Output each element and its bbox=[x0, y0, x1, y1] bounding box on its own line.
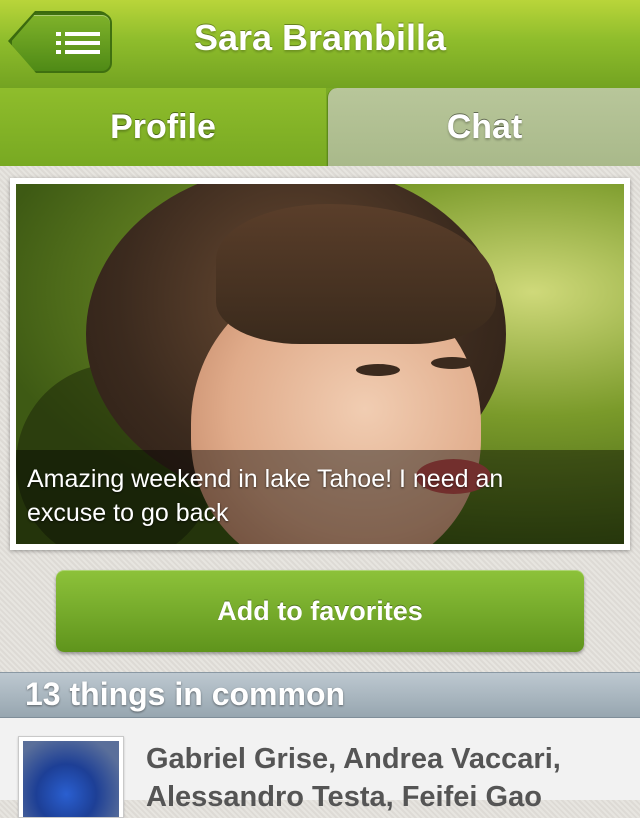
page-title: Sara Brambilla bbox=[193, 17, 447, 58]
mutual-friends-list: Gabriel Grise, Andrea Vaccari, Alessandr… bbox=[146, 743, 561, 813]
profile-photo-card: Amazing weekend in lake Tahoe! I need an… bbox=[10, 178, 630, 550]
tab-profile[interactable]: Profile bbox=[0, 88, 326, 166]
tab-chat[interactable]: Chat bbox=[327, 88, 640, 166]
avatar bbox=[18, 736, 124, 818]
top-bar: Sara Brambilla bbox=[0, 0, 640, 88]
photo-caption: Amazing weekend in lake Tahoe! I need an… bbox=[27, 465, 504, 527]
tab-bar: Profile Chat bbox=[0, 88, 640, 166]
common-section-header: 13 things in common bbox=[0, 672, 640, 718]
common-section-title: 13 things in common bbox=[25, 676, 346, 712]
add-to-favorites-button[interactable]: Add to favorites bbox=[56, 570, 584, 652]
profile-photo[interactable]: Amazing weekend in lake Tahoe! I need an… bbox=[16, 184, 624, 544]
mutual-friends-row[interactable]: Gabriel Grise, Andrea Vaccari, Alessandr… bbox=[0, 718, 640, 818]
photo-caption-bar: Amazing weekend in lake Tahoe! I need an… bbox=[16, 450, 624, 544]
